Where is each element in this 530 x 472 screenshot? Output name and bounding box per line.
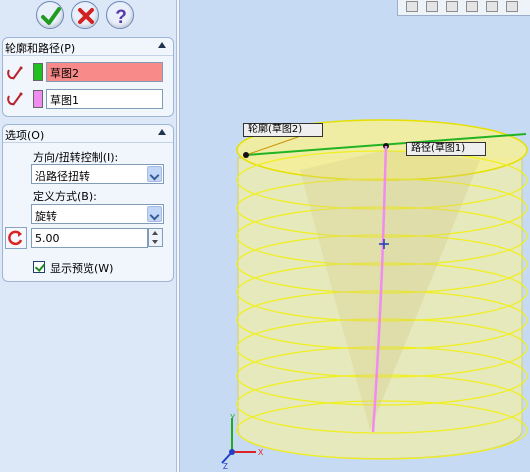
x-icon xyxy=(78,8,94,24)
value-stepper[interactable] xyxy=(148,228,163,247)
path-value: 草图1 xyxy=(50,94,79,107)
profile-path-title: 轮廓和路径(P) xyxy=(5,42,76,55)
profile-select-icon xyxy=(5,64,25,84)
preview-checkbox[interactable] xyxy=(33,261,45,273)
path-callout-text: 路径(草图1) xyxy=(411,143,466,154)
define-select[interactable]: 旋转 xyxy=(31,204,164,224)
twist-value-input[interactable]: 5.00 xyxy=(31,228,148,248)
pm-button-bar: ? xyxy=(0,0,176,34)
orientation-label: 方向/扭转控制(I): xyxy=(33,151,119,164)
chevron-down-icon[interactable] xyxy=(147,166,162,182)
collapse-icon[interactable] xyxy=(158,42,166,48)
axis-y-label: Y xyxy=(230,413,236,422)
profile-value: 草图2 xyxy=(50,67,79,80)
path-color-swatch xyxy=(33,90,43,108)
cancel-button[interactable] xyxy=(71,1,99,29)
profile-callout-text: 轮廓(草图2) xyxy=(248,124,303,135)
path-select-icon xyxy=(5,90,25,110)
path-list-box[interactable]: 草图1 xyxy=(46,89,163,109)
graphics-area[interactable]: Y X Z 轮廓(草图2) 路径(草图1) xyxy=(180,0,530,472)
help-button[interactable]: ? xyxy=(106,1,134,29)
options-group: 选项(O) 方向/扭转控制(I): 沿路径扭转 定义方式(B): 旋转 5.00 xyxy=(2,124,174,282)
spin-down-icon[interactable] xyxy=(152,240,158,244)
profile-endpoint[interactable] xyxy=(243,152,249,158)
profile-path-group: 轮廓和路径(P) 草图2 草图1 xyxy=(2,37,174,117)
orientation-value: 沿路径扭转 xyxy=(35,170,90,183)
spin-up-icon[interactable] xyxy=(152,231,158,235)
rotate-icon xyxy=(8,230,23,246)
axis-x-label: X xyxy=(258,448,264,457)
twist-value: 5.00 xyxy=(35,232,60,245)
profile-callout[interactable]: 轮廓(草图2) xyxy=(243,123,323,137)
preview-label: 显示预览(W) xyxy=(50,262,114,275)
chevron-down-icon[interactable] xyxy=(147,206,162,222)
options-header[interactable]: 选项(O) xyxy=(3,125,173,143)
check-icon xyxy=(41,7,61,25)
orientation-select[interactable]: 沿路径扭转 xyxy=(31,164,164,184)
reverse-direction-button[interactable] xyxy=(5,227,27,249)
svg-text:?: ? xyxy=(115,7,127,28)
sweep-preview: Y X Z xyxy=(221,119,528,471)
path-callout[interactable]: 路径(草图1) xyxy=(406,142,486,156)
define-value: 旋转 xyxy=(35,210,57,223)
define-label: 定义方式(B): xyxy=(33,190,97,203)
property-manager: ? 轮廓和路径(P) 草图2 草图1 选项(O) 方向/扭转控制(I): 沿路径… xyxy=(0,0,176,472)
options-title: 选项(O) xyxy=(5,129,45,142)
question-icon: ? xyxy=(115,7,127,28)
profile-list-box[interactable]: 草图2 xyxy=(46,62,163,82)
profile-path-header[interactable]: 轮廓和路径(P) xyxy=(3,38,173,56)
profile-color-swatch xyxy=(33,63,43,81)
ok-button[interactable] xyxy=(36,1,64,29)
collapse-icon[interactable] xyxy=(158,129,166,135)
axis-z-label: Z xyxy=(223,462,228,471)
